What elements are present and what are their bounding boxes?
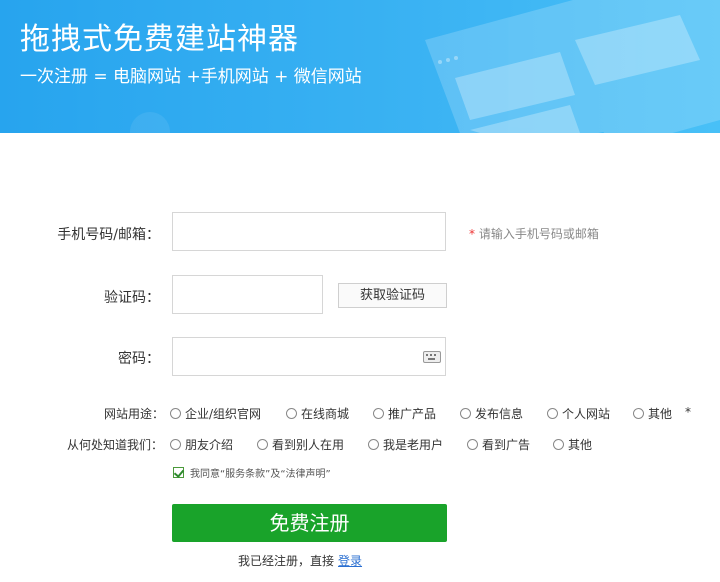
hero-banner: 拖拽式免费建站神器 一次注册 = 电脑网站 +手机网站 + 微信网站 (0, 0, 720, 133)
radio-circle (373, 408, 384, 419)
source-option-friend[interactable]: 朋友介绍 (170, 436, 233, 453)
verification-code-input[interactable] (173, 276, 322, 313)
radio-circle (170, 408, 181, 419)
radio-label: 推广产品 (388, 407, 437, 421)
agreement-row: 我同意“服务条款”及“法律声明” (173, 465, 331, 480)
source-option-others-use[interactable]: 看到别人在用 (257, 436, 344, 453)
radio-label: 其他 (568, 438, 593, 452)
radio-label: 在线商城 (301, 407, 350, 421)
register-button[interactable]: 免费注册 (172, 504, 447, 542)
agree-checkbox[interactable] (173, 467, 184, 478)
radio-circle (547, 408, 558, 419)
keyboard-icon[interactable] (423, 351, 441, 363)
code-label: 验证码： (104, 290, 160, 306)
radio-circle (553, 439, 564, 450)
source-option-old-user[interactable]: 我是老用户 (368, 436, 443, 453)
radio-label: 发布信息 (475, 407, 524, 421)
password-label: 密码： (118, 351, 160, 367)
password-field-box (172, 337, 446, 376)
source-label: 从何处知道我们： (67, 438, 164, 452)
login-prompt: 我已经注册，直接 登录 (238, 552, 362, 569)
banner-title: 拖拽式免费建站神器 (20, 22, 299, 57)
radio-label: 看到别人在用 (272, 438, 345, 452)
password-input[interactable] (173, 338, 445, 375)
source-option-other[interactable]: 其他 (553, 436, 592, 453)
phone-hint-text: 请输入手机号码或邮箱 (478, 227, 599, 241)
radio-circle (460, 408, 471, 419)
purpose-option-publish[interactable]: 发布信息 (460, 405, 523, 422)
purpose-option-personal[interactable]: 个人网站 (547, 405, 610, 422)
radio-circle (633, 408, 644, 419)
radio-circle (286, 408, 297, 419)
purpose-option-promote[interactable]: 推广产品 (373, 405, 436, 422)
phone-field-box (172, 212, 446, 251)
radio-label: 我是老用户 (383, 438, 444, 452)
radio-circle (467, 439, 478, 450)
purpose-required-star: * (685, 405, 691, 419)
get-code-button[interactable]: 获取验证码 (338, 283, 447, 308)
purpose-label: 网站用途： (104, 407, 165, 421)
radio-label: 其他 (648, 407, 673, 421)
required-star: * (469, 227, 475, 241)
source-option-ad[interactable]: 看到广告 (467, 436, 530, 453)
phone-label: 手机号码/邮箱： (57, 227, 160, 243)
code-field-box (172, 275, 323, 314)
radio-label: 看到广告 (482, 438, 531, 452)
purpose-option-other[interactable]: 其他 (633, 405, 672, 422)
radio-circle (257, 439, 268, 450)
login-link[interactable]: 登录 (338, 554, 362, 568)
purpose-option-shop[interactable]: 在线商城 (286, 405, 349, 422)
radio-label: 个人网站 (562, 407, 611, 421)
radio-circle (170, 439, 181, 450)
phone-hint: * 请输入手机号码或邮箱 (469, 225, 599, 242)
agreement-text: 我同意“服务条款”及“法律声明” (190, 469, 331, 480)
login-prompt-text: 我已经注册，直接 (238, 554, 335, 568)
banner-subtitle: 一次注册 = 电脑网站 +手机网站 + 微信网站 (20, 67, 362, 87)
radio-label: 企业/组织官网 (185, 407, 262, 421)
radio-circle (368, 439, 379, 450)
radio-label: 朋友介绍 (185, 438, 234, 452)
purpose-option-enterprise[interactable]: 企业/组织官网 (170, 405, 261, 422)
phone-email-input[interactable] (173, 213, 445, 250)
